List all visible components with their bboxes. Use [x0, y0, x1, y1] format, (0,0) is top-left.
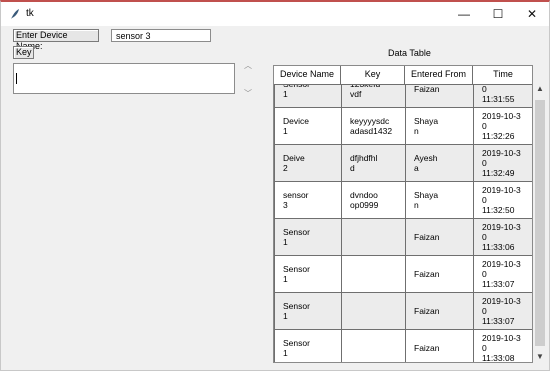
device-name-input[interactable]: sensor 3 — [111, 29, 211, 42]
window-title: tk — [26, 8, 34, 19]
key-button[interactable]: Key — [13, 46, 34, 59]
table-scrollbar[interactable]: ▲ ▼ — [533, 82, 547, 364]
table-row[interactable]: Sensor 1 Faizan 2019-10-3 0 11:33:08 — [274, 329, 532, 362]
header-cell[interactable]: Time — [473, 66, 532, 84]
cell-time: 2019-10-3 0 11:33:06 — [473, 218, 532, 256]
cell-device: Sensor 1 — [274, 292, 342, 330]
cell-time: 2019-10-3 0 11:33:07 — [473, 292, 532, 330]
table-row[interactable]: Deive 2 dfjhdfhl d Ayesh a 2019-10-3 0 11:3… — [274, 144, 532, 182]
header-cell[interactable]: Device Name — [274, 66, 341, 84]
maximize-icon: ☐ — [492, 7, 504, 21]
scrollbar-thumb[interactable] — [535, 100, 545, 346]
key-textarea[interactable] — [13, 63, 235, 94]
chevron-up-icon[interactable]: ︿ — [241, 60, 255, 71]
cell-entered-from: Faizan — [405, 255, 474, 293]
header-cell[interactable]: Key — [341, 66, 405, 84]
cell-time: 2019-10-3 0 11:32:49 — [473, 144, 532, 182]
cell-time: 2019-10-3 0 11:33:07 — [473, 255, 532, 293]
app-window: tk — ☐ ✕ Enter Device Name: sensor 3 Key… — [0, 0, 550, 371]
cell-key — [341, 218, 406, 256]
minimize-icon: — — [458, 7, 470, 21]
text-caret — [16, 73, 17, 84]
cell-key: dvndoo op0999 — [341, 181, 406, 219]
data-table[interactable]: Device Name Key Entered From Time Sensor… — [273, 65, 533, 363]
cell-time: 2019-10-3 0 11:32:26 — [473, 107, 532, 145]
maximize-button[interactable]: ☐ — [481, 2, 515, 26]
cell-entered-from: Faizan — [405, 292, 474, 330]
table-row[interactable]: Sensor 1 Faizan 2019-10-3 0 11:33:07 — [274, 292, 532, 330]
cell-device: Sensor 1 — [274, 329, 342, 362]
cell-entered-from: Faizan — [405, 329, 474, 362]
cell-entered-from: Faizan — [405, 218, 474, 256]
cell-time: 2019-10-3 0 11:33:08 — [473, 329, 532, 362]
cell-entered-from: Ayesh a — [405, 144, 474, 182]
cell-entered-from: Shaya n — [405, 107, 474, 145]
table-row[interactable]: Sensor 1 Faizan 2019-10-3 0 11:33:06 — [274, 218, 532, 256]
cell-key — [341, 329, 406, 362]
header-cell[interactable]: Entered From — [405, 66, 473, 84]
cell-key — [341, 292, 406, 330]
cell-device: sensor 3 — [274, 181, 342, 219]
table-title: Data Table — [388, 48, 431, 58]
cell-device: Device 1 — [274, 107, 342, 145]
cell-key: dfjhdfhl d — [341, 144, 406, 182]
down-arrow-icon[interactable]: ▼ — [533, 350, 547, 364]
table-row[interactable]: Sensor 1 Faizan 2019-10-3 0 11:33:07 — [274, 255, 532, 293]
table-header-overlay: Device Name Key Entered From Time — [274, 66, 532, 85]
chevron-down-icon[interactable]: ﹀ — [241, 88, 255, 99]
title-bar: tk — ☐ ✕ — [1, 2, 549, 26]
close-button[interactable]: ✕ — [515, 2, 549, 26]
cell-device: Sensor 1 — [274, 218, 342, 256]
feather-icon — [11, 9, 19, 19]
cell-device: Deive 2 — [274, 144, 342, 182]
cell-key — [341, 255, 406, 293]
cell-entered-from: Shaya n — [405, 181, 474, 219]
close-icon: ✕ — [526, 7, 538, 21]
table-row[interactable]: sensor 3 dvndoo op0999 Shaya n 2019-10-3 0 … — [274, 181, 532, 219]
data-table-grid: Device Name Key Entered From Time Sensor… — [274, 66, 532, 362]
enter-device-name-button[interactable]: Enter Device Name: — [13, 29, 99, 51]
cell-device: Sensor 1 — [274, 255, 342, 293]
table-body: Sensor 1123kefd vdfFaizan2019-10-3 0 11:… — [274, 70, 532, 362]
minimize-button[interactable]: — — [447, 2, 481, 26]
cell-time: 2019-10-3 0 11:32:50 — [473, 181, 532, 219]
cell-key: keyyyysdc adasd1432 — [341, 107, 406, 145]
up-arrow-icon[interactable]: ▲ — [533, 82, 547, 96]
textarea-scrollbar[interactable]: ︿ ﹀ — [241, 60, 255, 100]
table-row[interactable]: Device 1 keyyyysdc adasd1432 Shaya n 2019-1… — [274, 107, 532, 145]
